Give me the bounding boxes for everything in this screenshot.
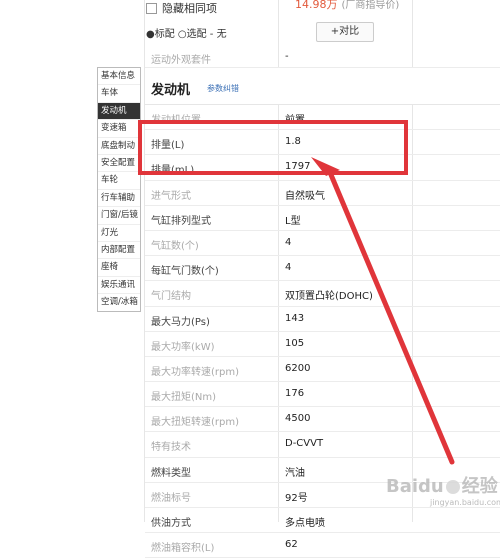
paw-icon [445,480,460,494]
row-value: 62 [285,539,298,551]
table-row: 燃油箱容积(L) 62 [145,533,500,558]
arrow-annotation [311,157,455,465]
arrow-shaft [326,167,455,465]
watermark-url: jingyan.baidu.com [430,498,500,507]
arrow-head [311,157,340,176]
baidu-watermark: Baidu 经验 [386,476,498,497]
row-label: 燃油箱容积(L) [151,543,215,555]
